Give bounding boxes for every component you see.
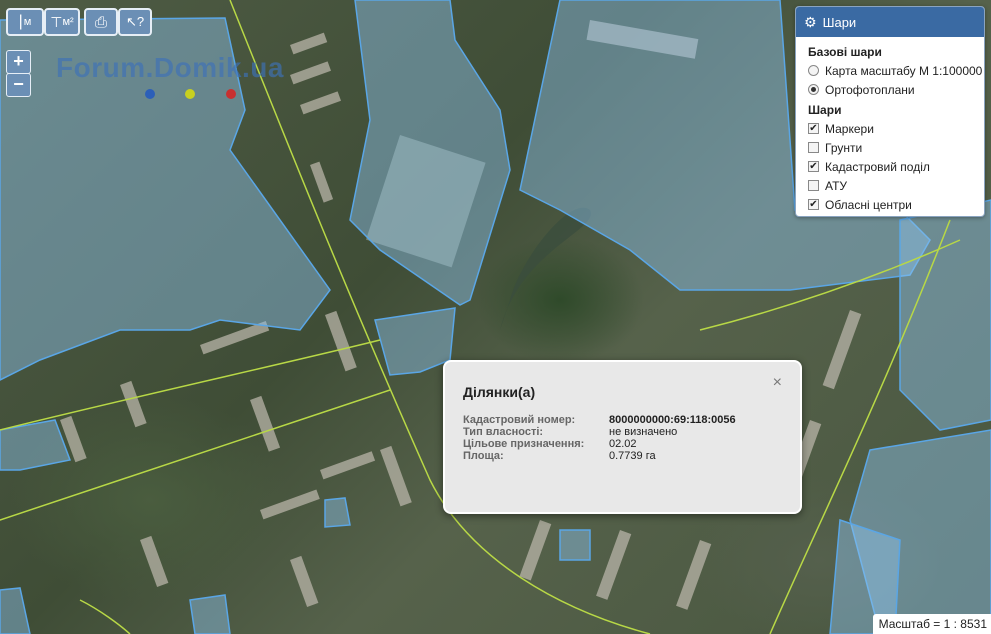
layer-soils[interactable]: Грунти xyxy=(808,138,984,157)
checkbox-markers[interactable]: ✔ xyxy=(808,123,819,134)
checkbox-atu[interactable] xyxy=(808,180,819,191)
parcel-info-popup: Ділянки(а) × Кадастровий номер: 80000000… xyxy=(443,360,802,514)
parcel-attributes: Кадастровий номер: 8000000000:69:118:005… xyxy=(463,414,736,462)
checkbox-soils[interactable] xyxy=(808,142,819,153)
measure-area-button[interactable]: ⊤ м² xyxy=(44,8,80,36)
attribute-row: Кадастровий номер: 8000000000:69:118:005… xyxy=(463,414,736,426)
layer-atu[interactable]: АТУ xyxy=(808,176,984,195)
attribute-row: Цільове призначення: 02.02 xyxy=(463,438,736,450)
purpose-code: 02.02 xyxy=(609,438,637,450)
measure-distance-button[interactable]: | м xyxy=(6,8,44,36)
attribute-key: Цільове призначення: xyxy=(463,438,585,450)
watermark-dot-blue xyxy=(145,89,155,99)
attribute-key: Тип власності: xyxy=(463,426,544,438)
watermark: Forum.Domik.ua xyxy=(56,52,284,83)
area-ruler-icon: ⊤ xyxy=(50,13,63,30)
ruler-icon: | xyxy=(18,13,23,30)
attribute-row: Тип власності: не визначено xyxy=(463,426,736,438)
layer-label: АТУ xyxy=(825,178,848,193)
measure-distance-label: м xyxy=(23,16,32,28)
close-icon[interactable]: × xyxy=(773,374,782,392)
scale-readout: Масштаб = 1 : 8531 xyxy=(872,614,991,634)
attribute-key: Площа: xyxy=(463,450,504,462)
base-layers-heading: Базові шари xyxy=(808,45,882,59)
base-layer-label: Карта масштабу М 1:100000 xyxy=(825,63,983,78)
ownership-type: не визначено xyxy=(609,426,678,438)
layers-panel: ⚙ Шари Базові шари Карта масштабу М 1:10… xyxy=(795,6,985,217)
layer-label: Грунти xyxy=(825,140,863,155)
identify-button[interactable]: ↖? xyxy=(118,8,152,36)
layers-panel-title: Шари xyxy=(822,14,857,30)
watermark-dot-yellow xyxy=(185,89,195,99)
layer-regional-centers[interactable]: ✔ Обласні центри xyxy=(808,195,984,214)
checkbox-cadastral[interactable]: ✔ xyxy=(808,161,819,172)
base-layer-label: Ортофотоплани xyxy=(825,82,915,97)
attribute-key: Кадастровий номер: xyxy=(463,414,576,426)
printer-icon: ⎙ xyxy=(94,13,107,31)
base-layer-option-orthophoto[interactable]: Ортофотоплани xyxy=(808,80,984,99)
layer-label: Обласні центри xyxy=(825,197,912,212)
zoom-in-button[interactable]: + xyxy=(6,50,31,74)
attribute-row: Площа: 0.7739 га xyxy=(463,450,736,462)
layer-cadastral[interactable]: ✔ Кадастровий поділ xyxy=(808,157,984,176)
popup-title: Ділянки(а) xyxy=(463,384,536,400)
layer-label: Маркери xyxy=(825,121,874,136)
cadastral-number: 8000000000:69:118:0056 xyxy=(609,414,736,426)
checkbox-regional-centers[interactable]: ✔ xyxy=(808,199,819,210)
gear-icon: ⚙ xyxy=(804,13,817,30)
area-value: 0.7739 га xyxy=(609,450,656,462)
measure-area-label: м² xyxy=(62,16,74,28)
print-button[interactable]: ⎙ xyxy=(84,8,118,36)
radio-map[interactable] xyxy=(808,65,819,76)
layers-heading: Шари xyxy=(808,103,842,117)
layer-markers[interactable]: ✔ Маркери xyxy=(808,119,984,138)
layers-panel-header[interactable]: ⚙ Шари xyxy=(796,7,984,37)
base-layer-option-map[interactable]: Карта масштабу М 1:100000 xyxy=(808,61,984,80)
watermark-dot-red xyxy=(226,89,236,99)
radio-orthophoto[interactable] xyxy=(808,84,819,95)
pointer-help-icon: ↖? xyxy=(125,14,145,29)
pond xyxy=(500,207,591,330)
zoom-out-button[interactable]: − xyxy=(6,73,31,97)
layer-label: Кадастровий поділ xyxy=(825,159,930,174)
